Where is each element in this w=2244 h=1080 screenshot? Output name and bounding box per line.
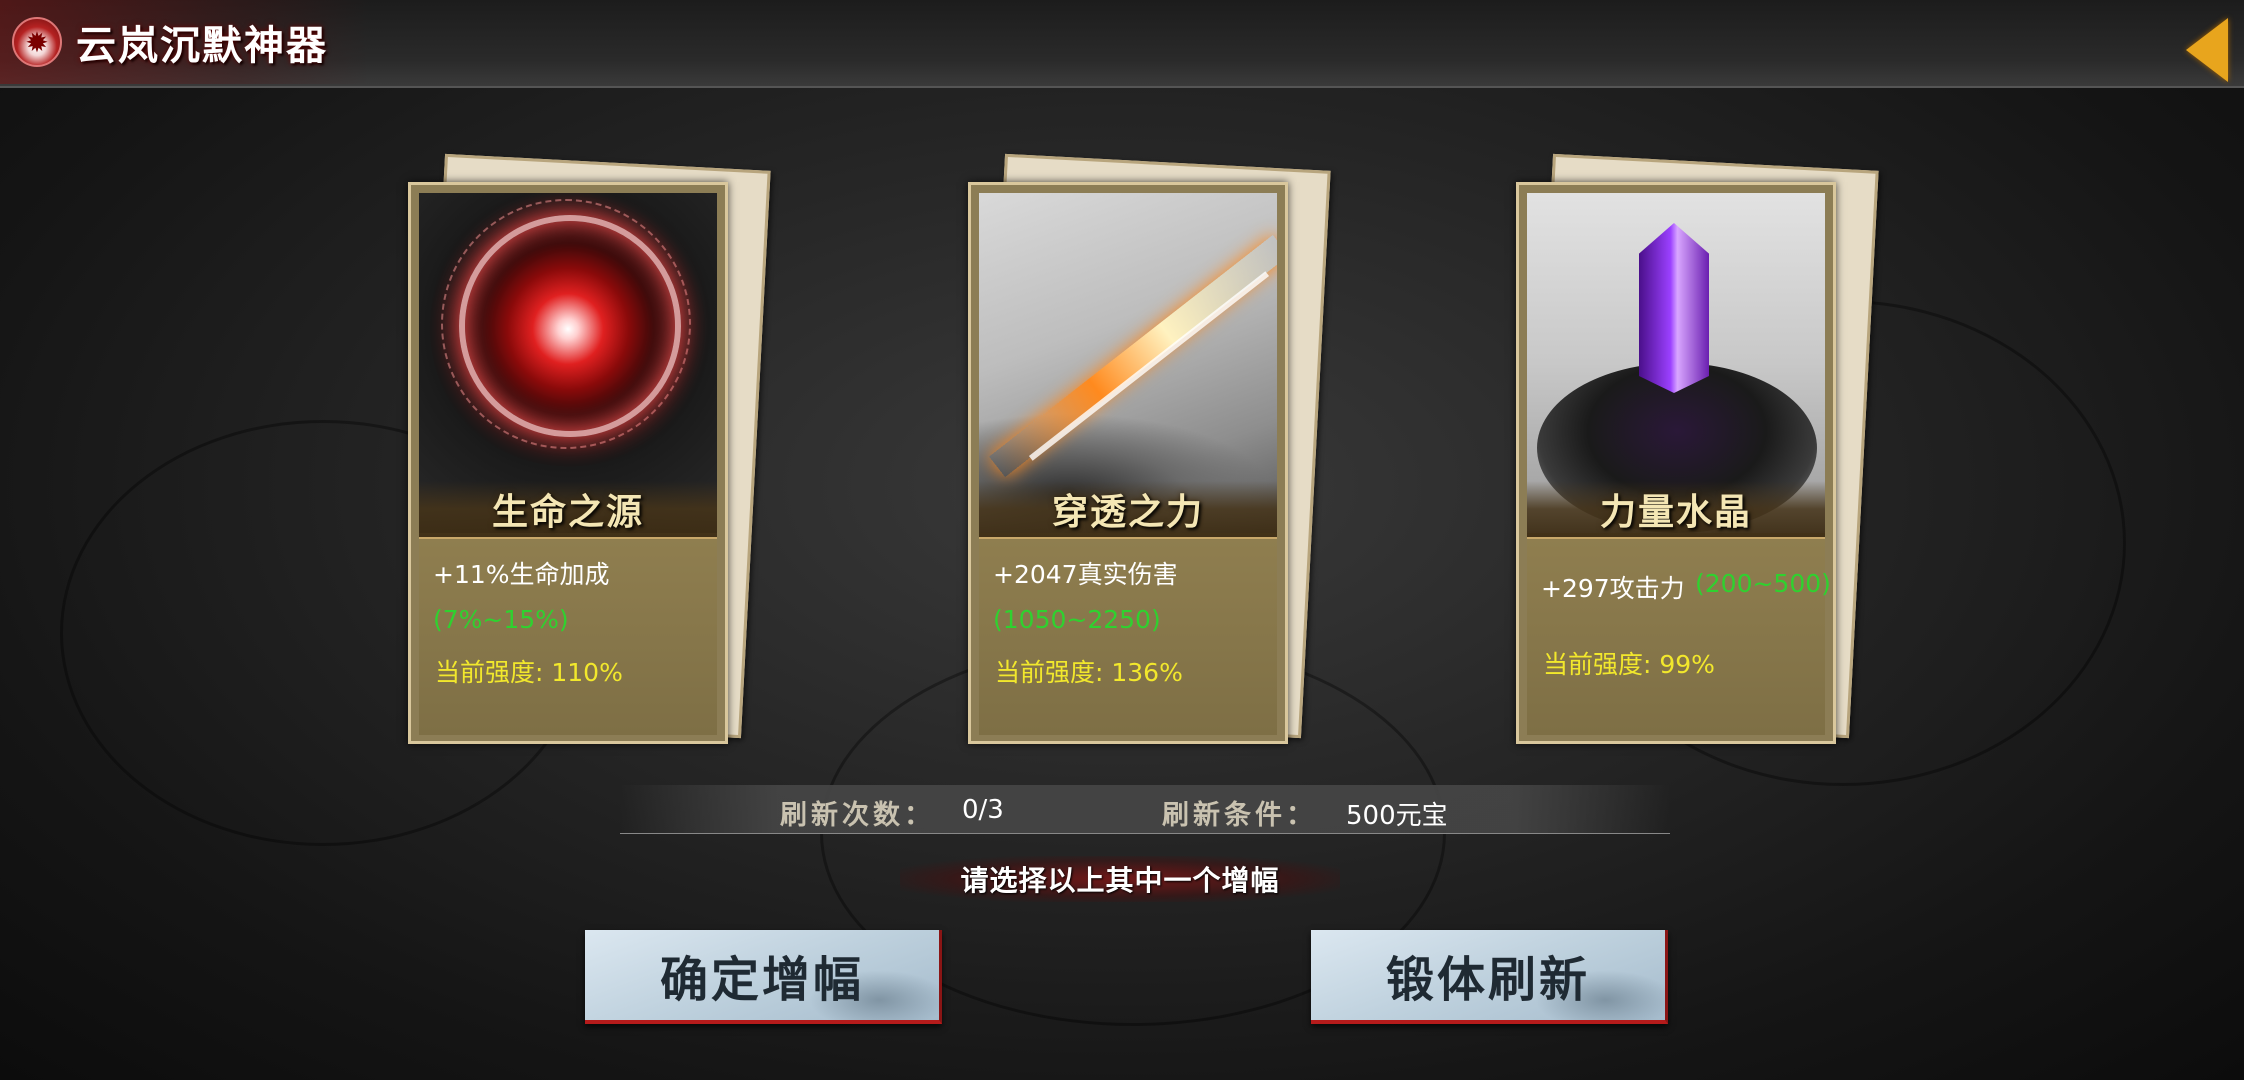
card-stat: +297攻击力	[1541, 574, 1685, 603]
buff-card-pierce[interactable]: 穿透之力 +2047真实伤害 (1050~2250) 当前强度: 136%	[968, 153, 1331, 744]
buff-card-crystal[interactable]: 力量水晶 +297攻击力 (200~500) 当前强度: 99%	[1516, 153, 1879, 744]
card-name-band: 力量水晶	[1527, 481, 1825, 539]
confirm-buff-button[interactable]: 确定增幅	[585, 930, 942, 1024]
page-title: 云岚沉默神器	[76, 22, 328, 69]
refresh-count-value: 0/3	[962, 795, 1004, 825]
confirm-buff-label: 确定增幅	[659, 952, 864, 1008]
card-info: +297攻击力 (200~500) 当前强度: 99%	[1527, 539, 1831, 735]
card-strength: 当前强度: 110%	[435, 658, 623, 687]
reforge-refresh-label: 锻体刷新	[1385, 952, 1590, 1008]
title-banner: ✹ 云岚沉默神器	[0, 0, 370, 84]
buff-card-life[interactable]: 生命之源 +11%生命加成 (7%~15%) 当前强度: 110%	[408, 153, 771, 744]
crystal-gem	[1639, 223, 1709, 393]
card-face: 穿透之力 +2047真实伤害 (1050~2250) 当前强度: 136%	[968, 182, 1288, 744]
card-range: (200~500)	[1695, 569, 1831, 598]
top-bar: ✹ 云岚沉默神器	[0, 0, 2244, 88]
card-stat: +11%生命加成	[433, 560, 610, 589]
card-name: 生命之源	[491, 491, 644, 533]
selection-prompt: 请选择以上其中一个增幅	[900, 856, 1340, 902]
orb-ring	[459, 215, 681, 437]
card-name-band: 生命之源	[419, 481, 717, 539]
card-face: 力量水晶 +297攻击力 (200~500) 当前强度: 99%	[1516, 182, 1836, 744]
card-info: +2047真实伤害 (1050~2250) 当前强度: 136%	[979, 539, 1277, 735]
flame-emblem-icon: ✹	[12, 17, 62, 67]
refresh-cost-value: 500元宝	[1346, 801, 1448, 831]
card-stat: +2047真实伤害	[993, 560, 1178, 589]
card-info: +11%生命加成 (7%~15%) 当前强度: 110%	[419, 539, 717, 735]
card-name-band: 穿透之力	[979, 481, 1277, 539]
card-range: (1050~2250)	[993, 605, 1161, 634]
prompt-text: 请选择以上其中一个增幅	[960, 864, 1280, 897]
card-name: 力量水晶	[1599, 491, 1752, 533]
back-button[interactable]	[2176, 12, 2236, 88]
card-range: (7%~15%)	[433, 605, 569, 634]
refresh-info-bar: 刷新次数： 0/3 刷新条件： 500元宝	[620, 785, 1670, 834]
card-strength: 当前强度: 136%	[995, 658, 1183, 687]
reforge-refresh-button[interactable]: 锻体刷新	[1311, 930, 1668, 1024]
card-face: 生命之源 +11%生命加成 (7%~15%) 当前强度: 110%	[408, 182, 728, 744]
card-strength: 当前强度: 99%	[1543, 650, 1715, 679]
refresh-count-label: 刷新次数：	[780, 800, 935, 831]
card-name: 穿透之力	[1051, 491, 1204, 533]
refresh-cost-label: 刷新条件：	[1162, 800, 1317, 831]
